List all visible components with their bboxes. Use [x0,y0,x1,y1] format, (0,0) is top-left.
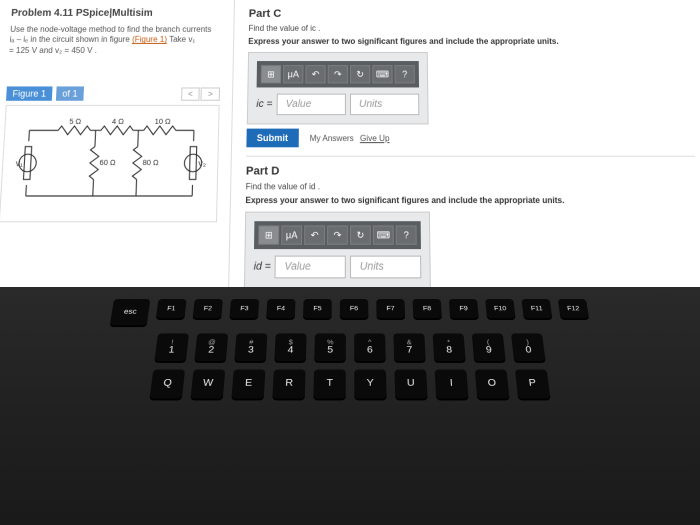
value-input-d[interactable]: Value [275,256,346,279]
key-Y: Y [354,369,386,398]
figure-box: Figure 1 of 1 < > [0,87,220,223]
key-8: *8 [433,333,466,361]
undo-icon[interactable]: ↶ [305,65,325,83]
svg-text:v₂: v₂ [198,158,206,169]
help-icon[interactable]: ? [395,65,415,83]
key-f6: F6 [340,299,369,318]
app-page: Problem 4.11 PSpice|Multisim Use the nod… [0,0,700,336]
key-f8: F8 [413,299,442,318]
problem-title: Problem 4.11 PSpice|Multisim [11,8,222,19]
fig-next-button[interactable]: > [201,87,220,100]
key-f7: F7 [376,299,405,318]
units-input-d[interactable]: Units [350,256,421,279]
key-f2: F2 [193,299,223,318]
key-O: O [475,369,510,398]
reset-icon[interactable]: ↻ [350,225,371,244]
keyboard-icon[interactable]: ⌨ [372,65,392,83]
key-E: E [231,369,265,398]
instructions: Use the node-voltage method to find the … [9,25,222,56]
svg-text:4 Ω: 4 Ω [112,117,125,126]
key-2: @2 [194,333,228,361]
template-icon[interactable]: ⊞ [258,225,279,244]
svg-text:10 Ω: 10 Ω [155,117,172,126]
key-U: U [394,369,427,398]
part-d-var: id = [254,261,271,273]
my-answers-link[interactable]: My Answers [310,134,354,143]
redo-icon[interactable]: ↷ [327,225,348,244]
key-f9: F9 [449,299,479,318]
left-panel: Problem 4.11 PSpice|Multisim Use the nod… [0,0,235,336]
help-icon[interactable]: ? [396,225,417,244]
key-R: R [272,369,305,398]
part-c-header: Part C [249,8,688,20]
answer-toolbar: ⊞ μA ↶ ↷ ↻ ⌨ ? [257,61,419,87]
value-input[interactable]: Value [276,94,345,116]
part-c-answer-box: ⊞ μA ↶ ↷ ↻ ⌨ ? ic = Value Units [247,52,429,125]
answer-toolbar-d: ⊞ μA ↶ ↷ ↻ ⌨ ? [254,221,421,249]
part-d-header: Part D [246,165,697,178]
instr-line1: Use the node-voltage method to find the … [10,25,212,34]
key-5: %5 [314,333,346,361]
key-0: )0 [511,333,546,361]
reset-icon[interactable]: ↻ [350,65,370,83]
submit-button[interactable]: Submit [246,129,298,148]
key-I: I [435,369,469,398]
key-1: !1 [154,333,189,361]
key-f10: F10 [485,299,515,318]
fig-prev-button[interactable]: < [181,87,200,100]
svg-text:5 Ω: 5 Ω [69,117,82,126]
key-Q: Q [150,369,185,398]
key-W: W [191,369,226,398]
key-T: T [313,369,345,398]
physical-keyboard: esc F1 F2 F3 F4 F5 F6 F7 F8 F9 F10 F11 F… [0,287,700,522]
undo-icon[interactable]: ↶ [304,225,325,244]
redo-icon[interactable]: ↷ [328,65,348,83]
right-panel: Part C Find the value of ic . Express yo… [228,0,700,336]
key-f4: F4 [266,299,295,318]
give-up-link[interactable]: Give Up [360,134,390,143]
instr-line2a: iₐ – iₑ in the circuit shown in figure [9,35,132,44]
key-P: P [515,369,550,398]
part-d-answer-box: ⊞ μA ↶ ↷ ↻ ⌨ ? id = Value Units [244,212,431,289]
instr-line3: = 125 V and v₂ = 450 V . [9,46,97,55]
key-f5: F5 [303,299,332,318]
key-4: $4 [274,333,306,361]
svg-text:80 Ω: 80 Ω [142,158,159,167]
svg-text:60 Ω: 60 Ω [99,158,116,167]
key-f3: F3 [229,299,259,318]
units-mua-button[interactable]: μA [281,225,302,244]
key-f1: F1 [156,299,187,318]
key-f11: F11 [521,299,552,318]
units-mua-button[interactable]: μA [283,65,303,83]
part-c-instr: Express your answer to two significant f… [248,37,689,46]
units-input[interactable]: Units [350,94,419,116]
figure-link[interactable]: (Figure 1) [132,35,167,44]
key-f12: F12 [558,299,589,318]
key-6: ^6 [354,333,386,361]
key-9: (9 [472,333,506,361]
key-esc: esc [110,299,151,325]
figure-count: of 1 [56,87,84,101]
instr-line2b: Take v₁ [167,35,195,44]
circuit-diagram: 5 Ω 4 Ω 10 Ω 60 Ω 80 Ω v₁ v₂ [0,105,220,222]
part-d-instr: Express your answer to two significant f… [245,196,698,206]
part-c-var: ic = [256,99,272,110]
key-7: &7 [393,333,425,361]
part-d-find: Find the value of id . [246,182,698,192]
part-c-find: Find the value of ic . [248,24,688,33]
key-3: #3 [234,333,267,361]
figure-tab[interactable]: Figure 1 [6,87,53,101]
svg-text:v₁: v₁ [15,158,23,169]
keyboard-icon[interactable]: ⌨ [373,225,394,244]
template-icon[interactable]: ⊞ [261,65,282,83]
